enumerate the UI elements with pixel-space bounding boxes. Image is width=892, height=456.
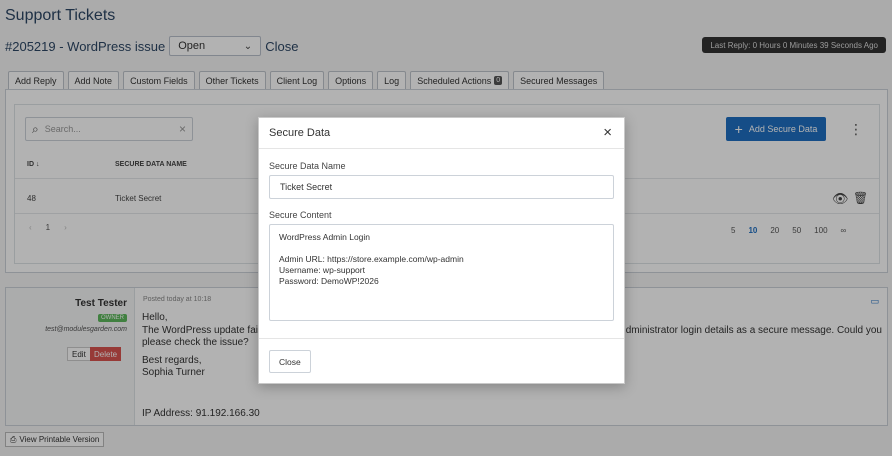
modal-title: Secure Data (269, 127, 331, 139)
secure-data-modal: Secure Data × Secure Data Name Ticket Se… (258, 117, 625, 384)
close-button[interactable]: Close (269, 350, 311, 373)
secure-data-name-field[interactable]: Ticket Secret (269, 175, 614, 199)
secure-content-label: Secure Content (269, 210, 332, 220)
secure-data-name-label: Secure Data Name (269, 161, 346, 171)
close-icon[interactable]: × (603, 124, 612, 141)
secure-content-field[interactable]: WordPress Admin Login Admin URL: https:/… (269, 224, 614, 321)
modal-header: Secure Data × (259, 118, 624, 149)
modal-footer: Close (259, 338, 624, 383)
